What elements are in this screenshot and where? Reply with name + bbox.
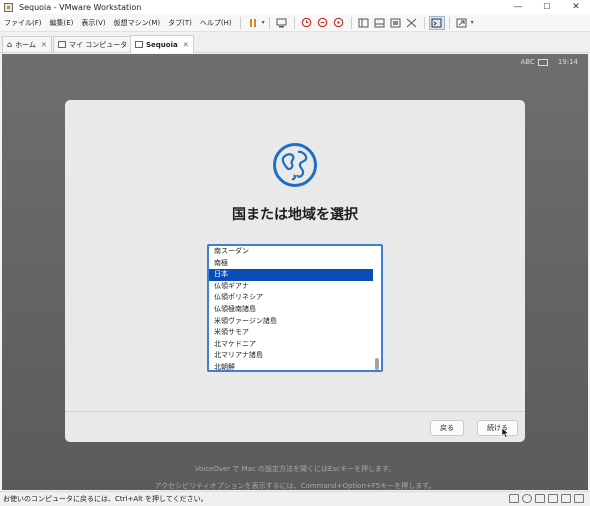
list-item[interactable]: 米領ヴァージン諸島 bbox=[209, 316, 373, 328]
usb-icon[interactable] bbox=[548, 494, 558, 503]
panel-divider bbox=[65, 411, 525, 412]
list-item[interactable]: 北マケドニア bbox=[209, 339, 373, 351]
display-icon[interactable] bbox=[574, 494, 584, 503]
toolbar-separator bbox=[293, 16, 295, 29]
list-item-selected[interactable]: 日本 bbox=[209, 269, 373, 281]
vm-icon bbox=[135, 41, 143, 48]
tab-sequoia[interactable]: Sequoia ✕ bbox=[130, 35, 194, 53]
revert-snapshot-icon[interactable] bbox=[315, 16, 331, 30]
list-item[interactable]: 南スーダン bbox=[209, 246, 373, 258]
back-button[interactable]: 戻る bbox=[430, 420, 464, 436]
window-title: Sequoia - VMware Workstation bbox=[19, 2, 142, 12]
list-item[interactable]: 北マリアナ諸島 bbox=[209, 350, 373, 362]
menu-view[interactable]: 表示(V) bbox=[77, 14, 109, 32]
tab-home[interactable]: ⌂ ホーム ✕ bbox=[2, 36, 52, 52]
vmware-app-icon bbox=[4, 2, 13, 12]
close-icon[interactable]: ✕ bbox=[183, 41, 189, 49]
send-ctrl-alt-del-icon[interactable] bbox=[274, 16, 290, 30]
clock: 19:14 bbox=[557, 58, 578, 66]
list-item[interactable]: 仏領ポリネシア bbox=[209, 292, 373, 304]
pause-dropdown-icon[interactable]: ▾ bbox=[262, 19, 265, 26]
console-view-icon[interactable] bbox=[428, 15, 445, 30]
list-item[interactable]: 仏領ギアナ bbox=[209, 281, 373, 293]
hard-disk-icon[interactable] bbox=[509, 494, 519, 503]
close-icon[interactable]: ✕ bbox=[41, 41, 47, 49]
list-item[interactable]: 北朝鮮 bbox=[209, 362, 373, 370]
toolbar-separator bbox=[268, 16, 270, 29]
tab-label: Sequoia bbox=[146, 40, 178, 49]
maximize-button[interactable]: ☐ bbox=[533, 0, 561, 14]
pause-icon[interactable] bbox=[245, 16, 261, 30]
continue-button[interactable]: 続ける bbox=[477, 420, 518, 436]
computer-icon bbox=[58, 41, 66, 48]
fullscreen-dropdown-icon[interactable]: ▾ bbox=[471, 19, 474, 26]
snapshot-icon[interactable] bbox=[299, 16, 315, 30]
home-icon: ⌂ bbox=[7, 40, 13, 49]
setup-assistant-panel: 国または地域を選択 南スーダン 南極 日本 仏領ギアナ 仏領ポリネシア 仏領極南… bbox=[65, 100, 525, 442]
mouse-pointer-icon bbox=[501, 428, 509, 438]
toolbar-separator bbox=[423, 16, 425, 29]
fit-window-icon[interactable] bbox=[388, 16, 404, 30]
toolbar-separator bbox=[350, 16, 352, 29]
unity-icon[interactable] bbox=[404, 16, 420, 30]
network-adapter-icon[interactable] bbox=[535, 494, 545, 503]
status-bar: お使いのコンピュータに戻るには、Ctrl+Alt を押してください。 bbox=[0, 491, 590, 506]
list-scrollbar[interactable] bbox=[375, 358, 379, 370]
manage-snapshots-icon[interactable] bbox=[331, 16, 347, 30]
library-view-icon[interactable] bbox=[356, 16, 372, 30]
sound-card-icon[interactable] bbox=[561, 494, 571, 503]
tab-label: ホーム bbox=[15, 40, 36, 49]
country-list[interactable]: 南スーダン 南極 日本 仏領ギアナ 仏領ポリネシア 仏領極南諸島 米領ヴァージン… bbox=[207, 244, 383, 372]
list-item[interactable]: 米領サモア bbox=[209, 327, 373, 339]
toolbar-separator bbox=[448, 16, 450, 29]
voiceover-hint: VoiceOver で Mac の設定方法を聞くにはEscキーを押します。 bbox=[194, 465, 396, 473]
vm-display[interactable]: ABC 19:14 国または地域を選択 南スーダン 南極 日本 仏領ギアナ 仏領… bbox=[2, 54, 588, 490]
tab-strip: ⌂ ホーム ✕ マイ コンピュータ ✕ Sequoia ✕ bbox=[0, 33, 590, 53]
fullscreen-icon[interactable] bbox=[454, 16, 470, 30]
status-text: お使いのコンピュータに戻るには、Ctrl+Alt を押してください。 bbox=[3, 495, 208, 503]
minimize-button[interactable]: — bbox=[504, 0, 532, 14]
dialog-title: 国または地域を選択 bbox=[232, 207, 358, 223]
list-item[interactable]: 南極 bbox=[209, 258, 373, 270]
tab-label: マイ コンピュータ bbox=[69, 40, 128, 49]
menu-help[interactable]: ヘルプ(H) bbox=[196, 14, 236, 32]
title-bar: Sequoia - VMware Workstation — ☐ ✕ bbox=[0, 0, 590, 14]
device-icons bbox=[506, 494, 584, 503]
toolbar-separator bbox=[239, 16, 241, 29]
menu-vm[interactable]: 仮想マシン(M) bbox=[110, 14, 165, 32]
vm-status-area: ABC 19:14 bbox=[520, 58, 578, 66]
menu-edit[interactable]: 編集(E) bbox=[46, 14, 78, 32]
accessibility-hint: アクセシビリティオプションを表示するには、Command+Option+F5キー… bbox=[154, 482, 436, 490]
list-item[interactable]: 仏領極南諸島 bbox=[209, 304, 373, 316]
globe-icon bbox=[273, 143, 317, 187]
menu-file[interactable]: ファイル(F) bbox=[0, 14, 46, 32]
input-mode-indicator[interactable]: ABC bbox=[520, 58, 534, 66]
menu-bar: ファイル(F) 編集(E) 表示(V) 仮想マシン(M) タブ(T) ヘルプ(H… bbox=[0, 14, 590, 32]
cd-drive-icon[interactable] bbox=[522, 494, 532, 503]
menu-tabs[interactable]: タブ(T) bbox=[164, 14, 196, 32]
keyboard-icon[interactable] bbox=[537, 58, 548, 66]
thumbnail-view-icon[interactable] bbox=[372, 16, 388, 30]
close-button[interactable]: ✕ bbox=[562, 0, 590, 14]
